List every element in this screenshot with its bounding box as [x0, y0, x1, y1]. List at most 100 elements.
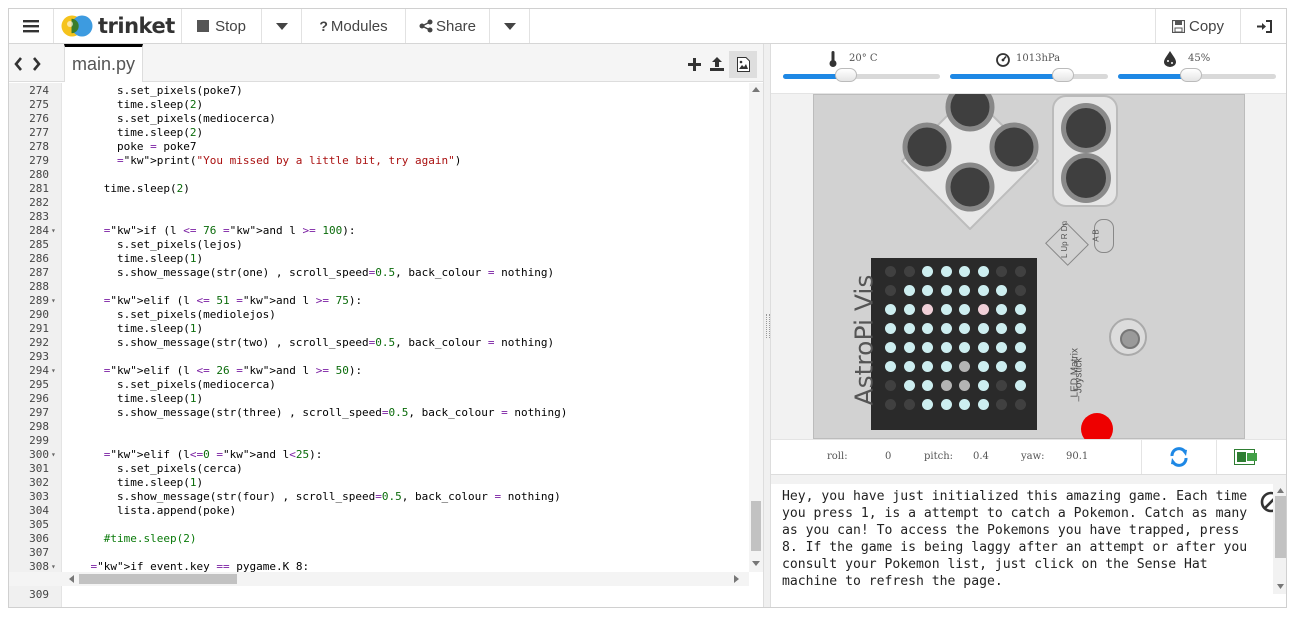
- code-line[interactable]: 284 ▾ ="kw">if (l <= 76 ="kw">and l >= 10…: [9, 224, 749, 238]
- fold-toggle-icon[interactable]: ▾: [51, 224, 56, 238]
- pane-resizer[interactable]: [763, 44, 771, 607]
- fold-toggle-icon[interactable]: ▾: [51, 448, 56, 462]
- joystick[interactable]: [1109, 318, 1147, 356]
- image-library-button[interactable]: [729, 51, 757, 78]
- yaw-label: yaw:: [1021, 451, 1045, 462]
- code-line[interactable]: 302 time.sleep(1): [9, 476, 749, 490]
- editor-hscroll-thumb[interactable]: [79, 574, 237, 584]
- console-scroll-thumb[interactable]: [1275, 496, 1286, 558]
- humidity-knob[interactable]: [1180, 68, 1202, 82]
- refresh-icon[interactable]: [1168, 446, 1190, 468]
- console-scroll-down-icon[interactable]: [1277, 584, 1284, 589]
- code-line[interactable]: 278 poke = poke7: [9, 140, 749, 154]
- code-line[interactable]: 292 s.show_message(str(two) , scroll_spe…: [9, 336, 749, 350]
- trinket-logo[interactable]: trinket: [54, 9, 182, 43]
- code-line[interactable]: 305: [9, 518, 749, 532]
- scroll-right-icon[interactable]: [734, 575, 739, 583]
- code-line[interactable]: 277 time.sleep(2): [9, 126, 749, 140]
- login-button[interactable]: [1241, 9, 1286, 43]
- share-button[interactable]: Share: [406, 9, 490, 43]
- editor-horizontal-scrollbar[interactable]: [9, 572, 749, 586]
- fold-toggle-icon[interactable]: ▾: [51, 560, 56, 572]
- image-file-icon: [737, 57, 750, 72]
- share-options-dropdown[interactable]: [490, 9, 530, 43]
- menu-button[interactable]: [9, 9, 54, 43]
- humidity-value: 45%: [1188, 53, 1211, 64]
- scroll-down-icon[interactable]: [752, 561, 760, 566]
- code-line[interactable]: 300 ▾ ="kw">elif (l<=0 ="kw">and l<25):: [9, 448, 749, 462]
- line-number: 294: [29, 364, 49, 377]
- code-line[interactable]: 297 s.show_message(str(three) , scroll_s…: [9, 406, 749, 420]
- code-editor-pane: main.py 274 s.set_pixels(poke7) 275 time.…: [9, 44, 763, 607]
- stop-button[interactable]: Stop: [182, 9, 262, 43]
- temperature-knob[interactable]: [835, 68, 857, 82]
- line-number: 298: [29, 420, 49, 433]
- file-tab-main[interactable]: main.py: [64, 44, 143, 82]
- code-line[interactable]: 294 ▾ ="kw">elif (l <= 26 ="kw">and l >= …: [9, 364, 749, 378]
- code-line[interactable]: 301 s.set_pixels(cerca): [9, 462, 749, 476]
- pressure-knob[interactable]: [1052, 68, 1074, 82]
- led-pixel: [885, 323, 896, 334]
- code-line[interactable]: 296 time.sleep(1): [9, 392, 749, 406]
- led-pixel: [959, 285, 970, 296]
- humidity-slider[interactable]: [1118, 68, 1276, 82]
- copy-label: Copy: [1188, 17, 1225, 35]
- toolbar: trinket Stop ? Modules Share Copy: [9, 9, 1286, 44]
- modules-button[interactable]: ? Modules: [302, 9, 406, 43]
- code-line[interactable]: 280: [9, 168, 749, 182]
- button-a[interactable]: [1061, 153, 1111, 203]
- code-line[interactable]: 281 time.sleep(2): [9, 182, 749, 196]
- fold-toggle-icon[interactable]: ▾: [51, 294, 56, 308]
- code-line[interactable]: 290 s.set_pixels(mediolejos): [9, 308, 749, 322]
- joystick-knob[interactable]: [1120, 329, 1140, 349]
- button-b[interactable]: [1061, 103, 1111, 153]
- code-line[interactable]: 293: [9, 350, 749, 364]
- console-scrollbar[interactable]: [1273, 484, 1286, 594]
- console-scroll-up-icon[interactable]: [1277, 488, 1284, 493]
- dpad-buttons[interactable]: [898, 94, 1042, 231]
- code-line[interactable]: 279 ="kw">print("You missed by a little …: [9, 154, 749, 168]
- pressure-slider[interactable]: [950, 68, 1108, 82]
- code-line[interactable]: 308 ▾ ="kw">if event.key == pygame.K_8:: [9, 560, 749, 572]
- code-line[interactable]: 283: [9, 210, 749, 224]
- sense-hat-board[interactable]: L Up R Dn A B AstroPi Vis LED Matrix – J…: [813, 94, 1245, 439]
- pi-board-icon[interactable]: [1234, 449, 1258, 465]
- code-line[interactable]: 291 time.sleep(1): [9, 322, 749, 336]
- code-line[interactable]: 289 ▾ ="kw">elif (l <= 51 ="kw">and l >= …: [9, 294, 749, 308]
- scroll-up-icon[interactable]: [752, 87, 760, 92]
- code-line[interactable]: 286 time.sleep(1): [9, 252, 749, 266]
- code-line[interactable]: 298: [9, 420, 749, 434]
- copy-button[interactable]: Copy: [1155, 9, 1241, 43]
- code-line[interactable]: 285 s.set_pixels(lejos): [9, 238, 749, 252]
- run-options-dropdown[interactable]: [262, 9, 302, 43]
- code-line[interactable]: 276 s.set_pixels(mediocerca): [9, 112, 749, 126]
- console-output[interactable]: Hey, you have just initialized this amaz…: [771, 484, 1286, 607]
- code-line[interactable]: 282: [9, 196, 749, 210]
- console-resizer[interactable]: [771, 474, 1286, 484]
- code-text: time.sleep(1): [64, 252, 204, 265]
- code-line[interactable]: 299: [9, 434, 749, 448]
- code-text: #time.sleep(2): [64, 532, 197, 545]
- code-line[interactable]: 288: [9, 280, 749, 294]
- fold-toggle-icon[interactable]: ▾: [51, 364, 56, 378]
- code-line[interactable]: 304 lista.append(poke): [9, 504, 749, 518]
- code-line[interactable]: 275 time.sleep(2): [9, 98, 749, 112]
- led-pixel: [977, 323, 989, 334]
- temperature-slider[interactable]: [783, 68, 940, 82]
- code-line[interactable]: 303 s.show_message(str(four) , scroll_sp…: [9, 490, 749, 504]
- editor-vscroll-thumb[interactable]: [751, 501, 761, 551]
- temperature-value: 20° C: [849, 53, 878, 64]
- code-line[interactable]: 287 s.show_message(str(one) , scroll_spe…: [9, 266, 749, 280]
- editor-vertical-scrollbar[interactable]: [749, 83, 763, 572]
- code-line[interactable]: 295 s.set_pixels(mediocerca): [9, 378, 749, 392]
- code-line[interactable]: 274 s.set_pixels(poke7): [9, 84, 749, 98]
- brand-name: trinket: [98, 14, 175, 38]
- code-nav-icon[interactable]: [14, 57, 46, 71]
- code-line[interactable]: 307: [9, 546, 749, 560]
- sense-hat-emulator[interactable]: L Up R Dn A B AstroPi Vis LED Matrix – J…: [771, 94, 1286, 439]
- upload-icon[interactable]: [710, 57, 724, 72]
- add-file-icon[interactable]: [688, 58, 701, 71]
- code-line[interactable]: 306 #time.sleep(2): [9, 532, 749, 546]
- code-area[interactable]: 274 s.set_pixels(poke7) 275 time.sleep(2)…: [9, 83, 763, 572]
- scroll-left-icon[interactable]: [69, 575, 74, 583]
